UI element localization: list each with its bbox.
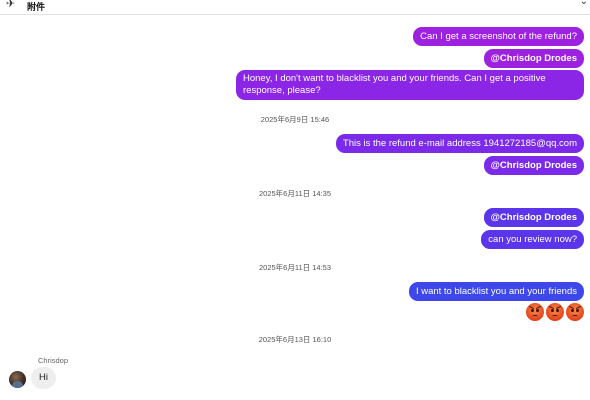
chat-title: 附件	[27, 2, 46, 12]
message-outgoing[interactable]: I want to blacklist you and your friends	[408, 282, 584, 301]
timestamp: 2025年6月11日 14:35	[259, 189, 331, 198]
message-mention[interactable]: @Chrisdop Drodes	[483, 156, 584, 175]
angry-face-icon	[546, 303, 564, 321]
avatar[interactable]	[9, 371, 26, 388]
message-incoming[interactable]: Hi	[31, 367, 56, 389]
message-mention[interactable]: @Chrisdop Drodes	[483, 208, 584, 227]
angry-face-icon	[526, 303, 544, 321]
sender-name: Chrisdop	[38, 356, 69, 365]
timestamp: 2025年6月9日 15:46	[260, 115, 330, 124]
timestamp: 2025年6月13日 16:10	[258, 335, 332, 344]
message-outgoing[interactable]: can you review now?	[481, 230, 584, 249]
chevron-down-icon[interactable]: ⌄	[580, 0, 588, 7]
message-outgoing[interactable]: Honey, I don't want to blacklist you and…	[236, 70, 584, 100]
chat-header: ✈ 附件 ⌄	[0, 0, 590, 15]
pin-icon[interactable]: ✈	[6, 0, 15, 10]
emoji-reaction-row[interactable]	[526, 303, 584, 321]
message-outgoing[interactable]: Can I get a screenshot of the refund?	[413, 27, 584, 46]
message-outgoing[interactable]: This is the refund e-mail address 194127…	[335, 134, 584, 153]
angry-face-icon	[566, 303, 584, 321]
timestamp: 2025年6月11日 14:53	[259, 263, 331, 272]
message-mention[interactable]: @Chrisdop Drodes	[483, 49, 584, 68]
